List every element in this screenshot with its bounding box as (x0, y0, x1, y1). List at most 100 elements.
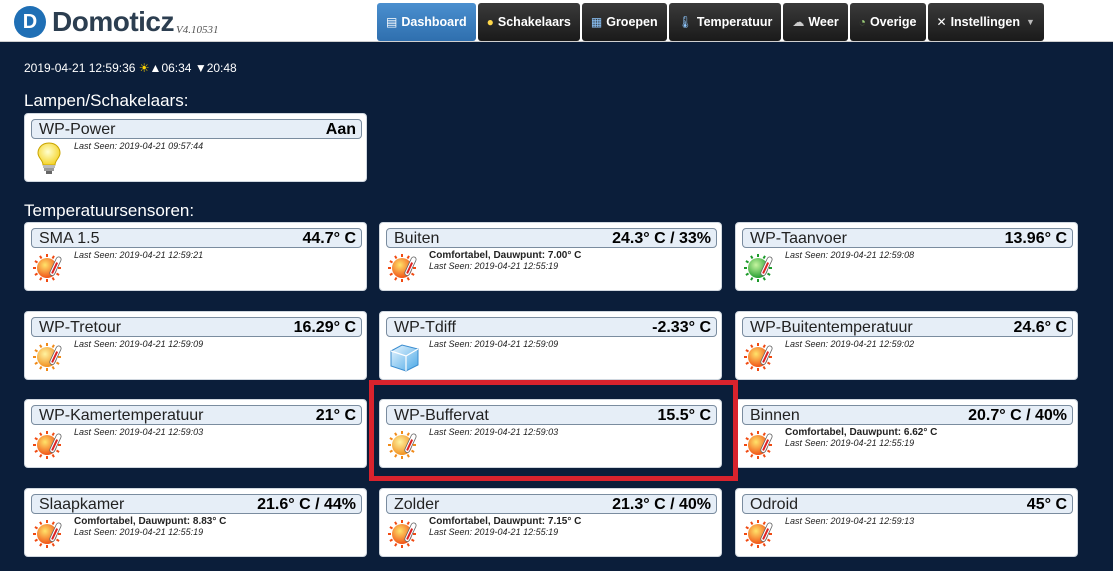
sunrise-time: 06:34 (161, 61, 192, 75)
device-card-wp-kamertemperatuur[interactable]: WP-Kamertemperatuur 21° C Last Seen: 201… (24, 399, 367, 468)
device-name: Zolder (394, 496, 440, 513)
device-card-wp-tdiff[interactable]: WP-Tdiff -2.33° C Last Seen: 2019-04-21 … (379, 311, 722, 380)
device-name: Buiten (394, 230, 440, 247)
status-line: 2019-04-21 12:59:36 ☀▲06:34 ▼20:48 (24, 61, 237, 75)
nav-overige[interactable]: ◔ Overige (849, 3, 926, 41)
device-name: WP-Tretour (39, 319, 122, 336)
dashboard-icon: ▤ (386, 15, 398, 29)
last-seen: Last Seen: 2019-04-21 09:57:44 (74, 141, 204, 151)
comfort-dewpoint: Comfortabel, Dauwpunt: 8.83° C (74, 516, 227, 527)
last-seen: Last Seen: 2019-04-21 12:59:03 (74, 427, 204, 437)
weather-icon: ☁ (792, 15, 805, 29)
highlight-frame (369, 380, 738, 481)
temperature-warm-icon[interactable] (33, 339, 65, 373)
nav-dashboard[interactable]: ▤ Dashboard (377, 3, 476, 41)
device-card-wp-tretour[interactable]: WP-Tretour 16.29° C Last Seen: 2019-04-2… (24, 311, 367, 380)
sun-icon: ☀ (138, 61, 150, 75)
nav-schakelaars-label: Schakelaars (497, 15, 571, 29)
sunrise-icon: ▲ (149, 61, 162, 75)
temperature-hot-icon[interactable] (744, 516, 776, 550)
device-card-header: SMA 1.5 44.7° C (31, 228, 362, 248)
device-card-header: WP-Tdiff -2.33° C (386, 317, 717, 337)
device-temperature: 21.3° C / 40% (612, 496, 711, 513)
nav-groepen-label: Groepen (606, 15, 658, 29)
chevron-down-icon: ▼ (1026, 17, 1035, 27)
device-info: Last Seen: 2019-04-21 12:59:21 (74, 250, 203, 261)
section-title-switches: Lampen/Schakelaars: (24, 91, 189, 110)
device-card-sma-1-5[interactable]: SMA 1.5 44.7° C Last Seen: 2019-04-21 12… (24, 222, 367, 291)
device-card-wp-taanvoer[interactable]: WP-Taanvoer 13.96° C Last Seen: 2019-04-… (735, 222, 1078, 291)
device-temperature: 24.3° C / 33% (612, 230, 711, 247)
last-seen: Last Seen: 2019-04-21 12:59:13 (785, 516, 915, 526)
device-temperature: 16.29° C (293, 319, 356, 336)
nav-schakelaars[interactable]: ● Schakelaars (477, 3, 580, 41)
nav-overige-label: Overige (869, 15, 917, 29)
comfort-dewpoint: Comfortabel, Dauwpunt: 7.00° C (429, 250, 582, 261)
device-card-wp-buitentemperatuur[interactable]: WP-Buitentemperatuur 24.6° C Last Seen: … (735, 311, 1078, 380)
nav-groepen[interactable]: ▦ Groepen (581, 3, 667, 41)
device-name: SMA 1.5 (39, 230, 100, 247)
device-info: Last Seen: 2019-04-21 12:59:09 (429, 339, 558, 350)
device-info: Last Seen: 2019-04-21 12:59:09 (74, 339, 203, 350)
device-name: Binnen (750, 407, 800, 424)
device-card-buiten[interactable]: Buiten 24.3° C / 33% Comfortabel, Dauwpu… (379, 222, 722, 291)
device-info: Last Seen: 2019-04-21 09:57:44 (74, 141, 203, 152)
device-temperature: 24.6° C (1013, 319, 1067, 336)
device-card-header: WP-Taanvoer 13.96° C (742, 228, 1073, 248)
device-status: Aan (325, 121, 356, 138)
groups-icon: ▦ (590, 15, 603, 29)
device-card-header: WP-Buitentemperatuur 24.6° C (742, 317, 1073, 337)
device-card-header: Zolder 21.3° C / 40% (386, 494, 717, 514)
temperature-green-icon[interactable] (744, 250, 776, 284)
temperature-hot-icon[interactable] (388, 516, 420, 550)
temperature-hot-icon[interactable] (33, 516, 65, 550)
nav-weer[interactable]: ☁ Weer (783, 3, 848, 41)
section-title-temperatures: Temperatuursensoren: (24, 201, 195, 220)
temperature-hot-icon[interactable] (33, 250, 65, 284)
lightbulb-on-icon[interactable] (33, 141, 65, 175)
device-card-header: Odroid 45° C (742, 494, 1073, 514)
device-temperature: 44.7° C (302, 230, 356, 247)
device-info: Comfortabel, Dauwpunt: 7.15° C Last Seen… (429, 516, 581, 538)
last-seen: Last Seen: 2019-04-21 12:59:02 (785, 339, 915, 349)
last-seen: Last Seen: 2019-04-21 12:59:09 (429, 339, 559, 349)
sunset-time: 20:48 (206, 61, 237, 75)
ice-cube-icon[interactable] (388, 339, 420, 373)
device-info: Last Seen: 2019-04-21 12:59:02 (785, 339, 914, 350)
device-temperature: 21.6° C / 44% (257, 496, 356, 513)
device-card-binnen[interactable]: Binnen 20.7° C / 40% Comfortabel, Dauwpu… (735, 399, 1078, 468)
device-card-zolder[interactable]: Zolder 21.3° C / 40% Comfortabel, Dauwpu… (379, 488, 722, 557)
device-card-header: Buiten 24.3° C / 33% (386, 228, 717, 248)
device-info: Last Seen: 2019-04-21 12:59:13 (785, 516, 914, 527)
device-name: Odroid (750, 496, 799, 513)
nav-instellingen[interactable]: ✕ Instellingen ▼ (927, 3, 1044, 41)
utility-icon: ◔ (858, 15, 866, 29)
device-card-header: WP-Kamertemperatuur 21° C (31, 405, 362, 425)
app-name: Domoticz (52, 6, 175, 37)
device-name: WP-Kamertemperatuur (39, 407, 204, 424)
device-name: WP-Tdiff (394, 319, 456, 336)
temperature-hot-icon[interactable] (744, 427, 776, 461)
last-seen: Last Seen: 2019-04-21 12:55:19 (74, 527, 204, 537)
app-version: V4.10531 (176, 24, 219, 36)
device-temperature: 45° C (1026, 496, 1067, 513)
device-card-odroid[interactable]: Odroid 45° C Last Seen: 2019-04-21 12:59… (735, 488, 1078, 557)
device-temperature: 20.7° C / 40% (968, 407, 1067, 424)
last-seen: Last Seen: 2019-04-21 12:59:09 (74, 339, 204, 349)
last-seen: Last Seen: 2019-04-21 12:59:21 (74, 250, 204, 260)
main-nav: ▤ Dashboard ● Schakelaars ▦ Groepen 🌡 Te… (377, 3, 1044, 41)
temperature-hot-icon[interactable] (744, 339, 776, 373)
comfort-dewpoint: Comfortabel, Dauwpunt: 6.62° C (785, 427, 938, 438)
sunset-icon: ▼ (194, 61, 207, 75)
domoticz-logo-icon: D (14, 6, 46, 38)
device-name: WP-Taanvoer (750, 230, 847, 247)
nav-temperatuur[interactable]: 🌡 Temperatuur (668, 3, 782, 41)
temperature-hot-icon[interactable] (33, 427, 65, 461)
temperature-hot-icon[interactable] (388, 250, 420, 284)
device-card-header: WP-Power Aan (31, 119, 362, 139)
device-card-wp-power[interactable]: WP-Power Aan Last Seen: 2019-04-21 09:57… (24, 113, 367, 182)
app-logo[interactable]: D Domoticz V4.10531 (14, 5, 218, 39)
device-card-slaapkamer[interactable]: Slaapkamer 21.6° C / 44% Comfortabel, Da… (24, 488, 367, 557)
device-card-header: Binnen 20.7° C / 40% (742, 405, 1073, 425)
device-info: Last Seen: 2019-04-21 12:59:08 (785, 250, 914, 261)
